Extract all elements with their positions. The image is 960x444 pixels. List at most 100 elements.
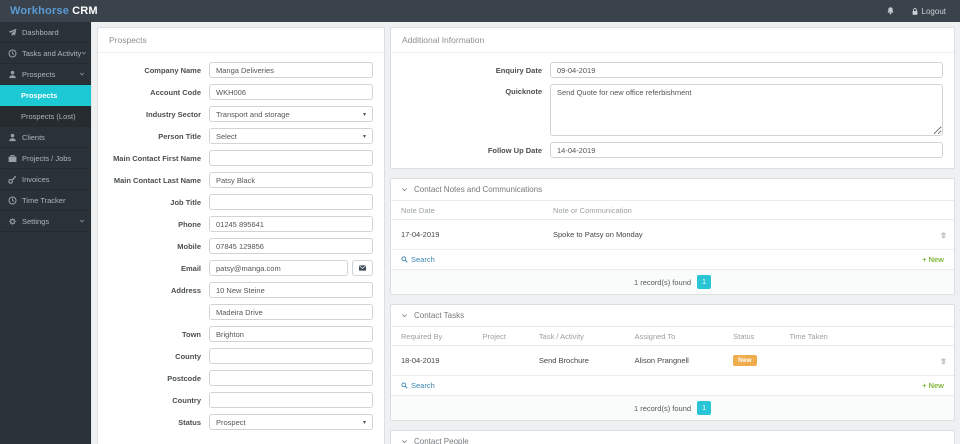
- search-icon: [401, 382, 408, 389]
- chevron-down-icon: [401, 313, 408, 318]
- page-button[interactable]: 1: [697, 401, 712, 415]
- chevron-down-icon: [401, 187, 408, 192]
- contact-tasks-table: Required By Project Task / Activity Assi…: [391, 327, 954, 376]
- account-code-input[interactable]: [209, 84, 373, 100]
- project-cell: [472, 345, 529, 376]
- column-header: Required By: [391, 327, 473, 346]
- assigned-to-cell: Alison Prangnell: [624, 345, 724, 376]
- search-icon: [401, 256, 408, 263]
- logout-button[interactable]: Logout: [911, 7, 946, 16]
- sidebar-item-label: Settings: [22, 216, 50, 226]
- panel-title: Additional Information: [391, 28, 954, 53]
- sidebar-item-invoices[interactable]: Invoices: [0, 169, 91, 190]
- mobile-input[interactable]: [209, 238, 373, 254]
- address-label: Address: [170, 285, 201, 295]
- sidebar-item-prospects[interactable]: Prospects: [0, 64, 91, 85]
- sidebar-item-label: Prospects (Lost): [21, 111, 76, 121]
- person-icon: [9, 70, 16, 78]
- chevron-down-icon: [79, 71, 85, 77]
- trash-icon: [940, 232, 947, 239]
- send-email-button[interactable]: [352, 260, 373, 276]
- status-label: Status: [178, 417, 201, 427]
- section-title: Contact Notes and Communications: [414, 185, 543, 194]
- enquiry-date-input[interactable]: [550, 62, 943, 78]
- paper-plane-icon: [8, 28, 17, 36]
- postcode-input[interactable]: [209, 370, 373, 386]
- column-header: Note or Communication: [543, 201, 930, 220]
- tasks-new-link[interactable]: + New: [922, 381, 944, 390]
- chevron-down-icon: [401, 439, 408, 444]
- person-icon: [9, 133, 16, 141]
- contact-tasks-section: Contact Tasks Required By Project Task /…: [390, 304, 955, 421]
- time-taken-cell: [779, 345, 930, 376]
- email-label: Email: [180, 263, 201, 273]
- chevron-down-icon: [79, 218, 85, 224]
- sidebar-item-label: Time Tracker: [22, 195, 66, 205]
- town-label: Town: [181, 329, 201, 339]
- contact-notes-header[interactable]: Contact Notes and Communications: [391, 179, 954, 201]
- delete-row-button[interactable]: [940, 353, 947, 368]
- sidebar-item-label: Prospects: [22, 69, 56, 79]
- sidebar-subitem-prospects-lost[interactable]: Prospects (Lost): [0, 106, 91, 127]
- column-header: Time Taken: [779, 327, 930, 346]
- status-select[interactable]: Prospect ▾: [209, 414, 373, 430]
- sidebar-item-label: Projects / Jobs: [22, 153, 72, 163]
- sidebar-item-label: Tasks and Activity: [22, 48, 82, 58]
- section-title: Contact Tasks: [414, 311, 465, 320]
- chevron-down-icon: [81, 50, 87, 56]
- column-header: Assigned To: [624, 327, 724, 346]
- postcode-label: Postcode: [167, 373, 201, 383]
- notes-search-link[interactable]: Search: [401, 255, 435, 264]
- contact-notes-section: Contact Notes and Communications Note Da…: [390, 178, 955, 295]
- sidebar-item-dashboard[interactable]: Dashboard: [0, 22, 91, 43]
- address-line1-input[interactable]: [209, 282, 373, 298]
- sidebar-item-tasks-and-activity[interactable]: Tasks and Activity: [0, 43, 91, 64]
- country-input[interactable]: [209, 392, 373, 408]
- tasks-pagination: 1 record(s) found 1: [391, 396, 954, 420]
- tasks-search-link[interactable]: Search: [401, 381, 435, 390]
- page-button[interactable]: 1: [697, 275, 712, 289]
- chevron-down-icon: ▾: [362, 111, 366, 118]
- status-cell: New: [723, 345, 780, 376]
- sidebar-item-label: Dashboard: [22, 27, 59, 37]
- sidebar-item-settings[interactable]: Settings: [0, 211, 91, 232]
- brand-secondary: CRM: [72, 5, 98, 17]
- sidebar-item-clients[interactable]: Clients: [0, 127, 91, 148]
- quicknote-textarea[interactable]: Send Quote for new office referbishment: [550, 84, 943, 136]
- industry-sector-select[interactable]: Transport and storage ▾: [209, 106, 373, 122]
- sidebar-item-projects-jobs[interactable]: Projects / Jobs: [0, 148, 91, 169]
- person-title-select[interactable]: Select ▾: [209, 128, 373, 144]
- sidebar-item-time-tracker[interactable]: Time Tracker: [0, 190, 91, 211]
- quicknote-label: Quicknote: [505, 87, 542, 96]
- sidebar-subitem-prospects[interactable]: Prospects: [0, 85, 91, 106]
- records-found-text: 1 record(s) found: [633, 277, 692, 287]
- follow-up-date-input[interactable]: [550, 142, 943, 158]
- sidebar-item-label: Prospects: [21, 90, 58, 100]
- last-name-input[interactable]: [209, 172, 373, 188]
- phone-input[interactable]: [209, 216, 373, 232]
- job-title-input[interactable]: [209, 194, 373, 210]
- trash-icon: [940, 358, 947, 365]
- main-content: Prospects Company Name Account Code Indu…: [92, 22, 960, 444]
- town-input[interactable]: [209, 326, 373, 342]
- first-name-input[interactable]: [209, 150, 373, 166]
- column-header: Note Date: [391, 201, 543, 220]
- contact-people-header[interactable]: Contact People: [391, 431, 954, 444]
- email-input[interactable]: [209, 260, 348, 276]
- table-row[interactable]: 18-04-2019 Send Brochure Alison Prangnel…: [391, 345, 954, 376]
- notifications-button[interactable]: [886, 6, 895, 16]
- sidebar-item-label: Invoices: [22, 174, 50, 184]
- sidebar: Dashboard Tasks and Activity Prospects P…: [0, 22, 92, 444]
- table-row[interactable]: 17-04-2019 Spoke to Patsy on Monday: [391, 219, 954, 250]
- company-name-input[interactable]: [209, 62, 373, 78]
- delete-row-button[interactable]: [940, 227, 947, 242]
- phone-label: Phone: [178, 219, 201, 229]
- panel-title: Prospects: [98, 28, 384, 53]
- required-by-cell: 18-04-2019: [391, 345, 473, 376]
- contact-tasks-header[interactable]: Contact Tasks: [391, 305, 954, 327]
- county-input[interactable]: [209, 348, 373, 364]
- job-title-label: Job Title: [170, 197, 201, 207]
- notes-new-link[interactable]: + New: [922, 255, 944, 264]
- app-brand: Workhorse CRM: [0, 5, 98, 17]
- address-line2-input[interactable]: [209, 304, 373, 320]
